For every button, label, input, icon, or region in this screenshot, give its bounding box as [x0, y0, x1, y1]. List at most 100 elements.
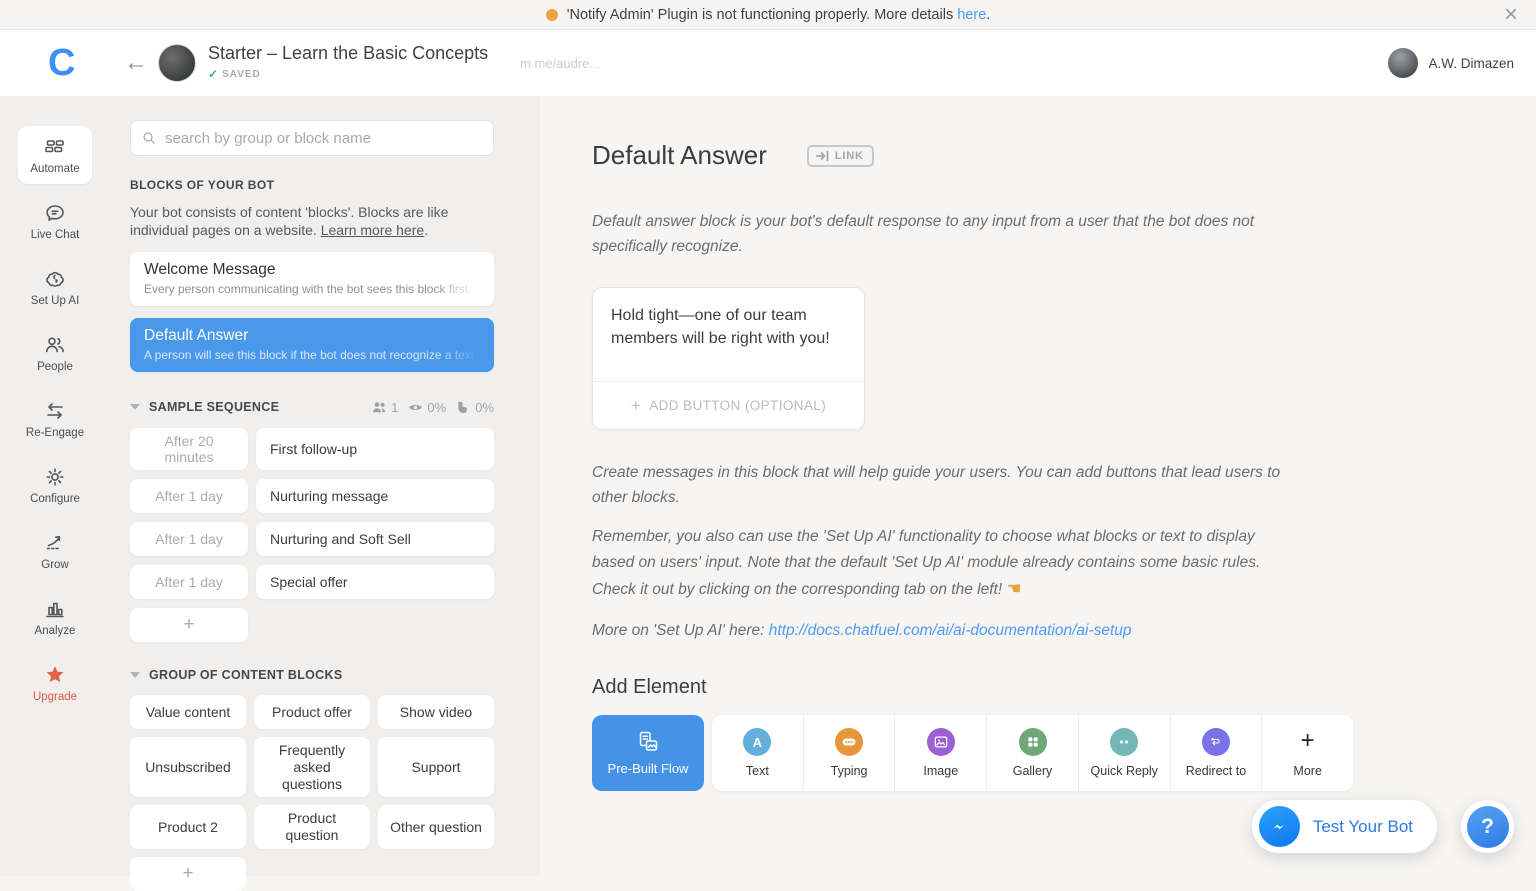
group-block[interactable]: Support: [378, 737, 494, 797]
sidebar-item-live-chat[interactable]: Live Chat: [18, 192, 92, 250]
guide-text-2: Remember, you also can use the 'Set Up A…: [592, 524, 1298, 602]
sidebar-item-upgrade[interactable]: Upgrade: [18, 654, 92, 712]
image-icon: [927, 728, 955, 756]
sidebar-item-grow[interactable]: Grow: [18, 522, 92, 580]
element-text[interactable]: A Text: [712, 715, 803, 791]
element-typing[interactable]: Typing: [803, 715, 895, 791]
pre-built-flow-button[interactable]: Pre-Built Flow: [592, 715, 704, 791]
search-box[interactable]: [130, 120, 494, 156]
sidebar-label: Analyze: [35, 625, 76, 637]
notification-bar: 'Notify Admin' Plugin is not functioning…: [0, 0, 1536, 30]
learn-more-link[interactable]: Learn more here: [321, 222, 425, 238]
docs-line-prefix: More on 'Set Up AI' here:: [592, 622, 769, 639]
bot-title[interactable]: Starter – Learn the Basic Concepts: [208, 43, 488, 64]
docs-link[interactable]: http://docs.chatfuel.com/ai/ai-documenta…: [769, 622, 1132, 639]
docs-line: More on 'Set Up AI' here: http://docs.ch…: [592, 618, 1292, 643]
blocks-panel: BLOCKS OF YOUR BOT Your bot consists of …: [110, 96, 540, 876]
header: C ← Starter – Learn the Basic Concepts ✓…: [0, 30, 1536, 96]
redirect-icon: [1202, 728, 1230, 756]
pre-built-flow-icon: [635, 730, 661, 754]
search-icon: [141, 130, 157, 146]
users-icon: [372, 400, 387, 415]
group-block[interactable]: Frequently asked questions: [254, 737, 370, 797]
bot-url[interactable]: m.me/audre...: [520, 56, 600, 71]
element-more[interactable]: + More: [1261, 715, 1353, 791]
sidebar-item-re-engage[interactable]: Re-Engage: [18, 390, 92, 448]
sidebar-item-configure[interactable]: Configure: [18, 456, 92, 514]
user-name: A.W. Dimazen: [1428, 56, 1514, 71]
group-block[interactable]: Value content: [130, 695, 246, 729]
element-label: Redirect to: [1186, 764, 1246, 778]
element-redirect-to[interactable]: Redirect to: [1170, 715, 1262, 791]
collapse-triangle-icon[interactable]: [130, 404, 140, 410]
group-header: GROUP OF CONTENT BLOCKS: [130, 668, 494, 682]
star-icon: [43, 663, 67, 687]
block-card-default-answer[interactable]: Default Answer A person will see this bl…: [130, 318, 494, 372]
group-block[interactable]: Other question: [378, 805, 494, 849]
sidebar-label: Live Chat: [31, 229, 80, 241]
search-input[interactable]: [165, 130, 483, 147]
automate-icon: [43, 135, 67, 159]
sequence-delay[interactable]: After 1 day: [130, 565, 248, 599]
close-icon[interactable]: ×: [1504, 0, 1518, 30]
sidebar-label: Automate: [30, 163, 79, 175]
sequence-delay[interactable]: After 20 minutes: [130, 428, 248, 470]
group-block[interactable]: Unsubscribed: [130, 737, 246, 797]
sequence-block[interactable]: First follow-up: [256, 428, 494, 470]
sequence-block[interactable]: Nurturing message: [256, 479, 494, 513]
sequence-delay[interactable]: After 1 day: [130, 522, 248, 556]
group-block[interactable]: Show video: [378, 695, 494, 729]
element-quick-reply[interactable]: Quick Reply: [1078, 715, 1170, 791]
sidebar-item-set-up-ai[interactable]: Set Up AI: [18, 258, 92, 316]
message-text[interactable]: Hold tight—one of our team members will …: [593, 288, 864, 381]
element-image[interactable]: Image: [894, 715, 986, 791]
block-card-welcome-message[interactable]: Welcome Message Every person communicati…: [130, 252, 494, 306]
stat-users-value: 1: [391, 400, 398, 415]
chatfuel-logo[interactable]: C: [48, 42, 74, 85]
bot-avatar[interactable]: [158, 44, 196, 82]
group-title[interactable]: GROUP OF CONTENT BLOCKS: [149, 668, 342, 682]
sample-sequence-title[interactable]: SAMPLE SEQUENCE: [149, 400, 279, 414]
add-sequence-button[interactable]: +: [130, 608, 248, 642]
pointing-left-hand-icon: ☚: [1006, 579, 1021, 598]
element-label: Text: [746, 764, 769, 778]
block-subtitle: Every person communicating with the bot …: [144, 282, 480, 296]
group-block[interactable]: Product 2: [130, 805, 246, 849]
user-menu[interactable]: A.W. Dimazen: [1388, 48, 1514, 78]
element-label: Gallery: [1013, 764, 1053, 778]
test-your-bot-button[interactable]: Test Your Bot: [1252, 800, 1437, 853]
question-mark-icon: ?: [1467, 806, 1509, 848]
sequence-delay[interactable]: After 1 day: [130, 479, 248, 513]
guide-text-2-body: Remember, you also can use the 'Set Up A…: [592, 528, 1260, 597]
collapse-triangle-icon[interactable]: [130, 672, 140, 678]
sidebar-item-analyze[interactable]: Analyze: [18, 588, 92, 646]
blocks-description: Your bot consists of content 'blocks'. B…: [130, 203, 494, 240]
test-your-bot-label: Test Your Bot: [1313, 817, 1413, 837]
user-avatar[interactable]: [1388, 48, 1418, 78]
add-button-optional[interactable]: + ADD BUTTON (OPTIONAL): [593, 381, 864, 429]
block-title: Default Answer: [144, 327, 480, 345]
page-title: Default Answer: [592, 140, 767, 171]
group-block[interactable]: Product question: [254, 805, 370, 849]
sidebar-item-automate[interactable]: Automate: [18, 126, 92, 184]
group-block[interactable]: Product offer: [254, 695, 370, 729]
sequence-block[interactable]: Special offer: [256, 565, 494, 599]
message-card[interactable]: Hold tight—one of our team members will …: [592, 287, 865, 430]
sequence-block[interactable]: Nurturing and Soft Sell: [256, 522, 494, 556]
sample-sequence-list: After 20 minutes First follow-up After 1…: [130, 428, 494, 642]
quick-reply-icon: [1110, 728, 1138, 756]
stat-views: 0%: [408, 400, 446, 415]
help-button[interactable]: ?: [1461, 800, 1514, 853]
element-type-group: A Text Typing Image: [712, 715, 1353, 791]
notification-link[interactable]: here: [957, 7, 986, 23]
notification-text: 'Notify Admin' Plugin is not functioning…: [567, 7, 991, 23]
add-group-block-button[interactable]: +: [130, 857, 246, 891]
pre-built-flow-label: Pre-Built Flow: [608, 761, 689, 776]
sidebar-item-people[interactable]: People: [18, 324, 92, 382]
saved-status: SAVED: [222, 69, 261, 80]
sample-sequence-header: SAMPLE SEQUENCE 1 0% 0%: [130, 400, 494, 415]
element-gallery[interactable]: Gallery: [986, 715, 1078, 791]
bar-chart-icon: [43, 597, 67, 621]
back-arrow-icon[interactable]: ←: [124, 49, 148, 77]
link-badge[interactable]: LINK: [807, 145, 874, 167]
